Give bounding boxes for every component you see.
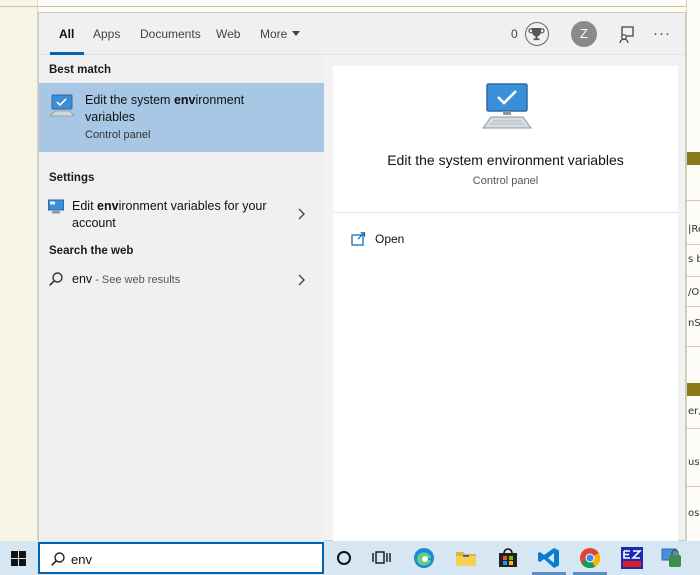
best-match-title-bold: env [173, 93, 196, 107]
background-divider [687, 346, 700, 347]
windows-start-icon[interactable] [11, 551, 26, 566]
search-icon [49, 272, 63, 286]
tab-apps[interactable]: Apps [93, 27, 120, 41]
ezeds-icon[interactable] [620, 546, 644, 570]
feedback-icon[interactable] [617, 24, 637, 44]
vscode-icon[interactable] [537, 546, 561, 570]
avatar[interactable]: Z [571, 21, 597, 47]
settings-header: Settings [49, 172, 95, 184]
background-window-left-strip [0, 0, 38, 541]
web-search-query: env [72, 272, 93, 286]
background-text-fragment: /Or [688, 287, 700, 298]
trophy-icon[interactable] [525, 22, 549, 46]
best-match-subtitle: Control panel [85, 129, 151, 141]
chevron-down-icon [292, 31, 301, 37]
results-list: Best match Edit the system environment v… [39, 55, 324, 542]
security-icon[interactable] [660, 546, 684, 570]
best-match-title: Edit the system environment variables [85, 92, 285, 126]
chevron-right-icon [298, 274, 305, 286]
background-text-fragment: er, [688, 406, 700, 417]
background-divider [687, 276, 700, 277]
open-action-label: Open [375, 232, 405, 246]
background-text-fragment: |Re [688, 224, 700, 235]
background-divider [687, 244, 700, 245]
best-match-header: Best match [49, 64, 111, 76]
web-search-suffix: - See web results [92, 274, 181, 286]
background-divider [687, 306, 700, 307]
tab-more[interactable]: More [260, 27, 301, 41]
background-divider [687, 200, 700, 201]
search-flyout: All Apps Documents Web More 0 Z ··· Best… [38, 12, 686, 542]
monitor-settings-icon [49, 94, 75, 117]
background-window-right-edge: |Re s b /Or nS er, ust osi [686, 0, 700, 541]
background-divider [687, 486, 700, 487]
rewards-points: 0 [511, 27, 518, 41]
web-search-label: env - See web results [72, 271, 180, 289]
background-band [687, 152, 700, 165]
background-text-fragment: osi [688, 508, 700, 519]
background-band [687, 383, 700, 396]
search-icon [51, 552, 65, 566]
settings-monitor-icon [48, 199, 64, 214]
tab-more-label: More [260, 27, 288, 41]
file-explorer-icon[interactable] [454, 546, 478, 570]
best-match-title-prefix: Edit the system [85, 93, 174, 107]
search-tabs: All Apps Documents Web More 0 Z ··· [39, 13, 685, 55]
best-match-result[interactable]: Edit the system environment variables Co… [39, 83, 324, 152]
background-window-top-line [0, 6, 700, 7]
background-text-fragment: s b [688, 254, 700, 265]
open-icon [351, 232, 366, 246]
background-divider [687, 428, 700, 429]
tab-documents[interactable]: Documents [140, 27, 201, 41]
settings-title-prefix: Edit [72, 199, 98, 213]
more-options-icon[interactable]: ··· [653, 25, 671, 42]
settings-result-title: Edit environment variables for your acco… [72, 198, 287, 232]
task-view-icon[interactable] [370, 546, 394, 570]
preview-title: Edit the system environment variables [387, 152, 624, 168]
tab-all[interactable]: All [59, 27, 74, 41]
background-text-fragment: ust [688, 457, 700, 468]
search-input[interactable] [71, 549, 311, 569]
chrome-icon[interactable] [578, 546, 602, 570]
taskbar-search-box[interactable] [38, 542, 324, 574]
preview-subtitle: Control panel [472, 175, 539, 187]
web-search-result[interactable]: env - See web results [39, 262, 324, 292]
settings-title-bold: env [97, 199, 119, 213]
preview-divider [333, 212, 678, 213]
edge-icon[interactable] [412, 546, 436, 570]
store-icon[interactable] [496, 546, 520, 570]
tab-web[interactable]: Web [216, 27, 240, 41]
result-preview: Edit the system environment variables Co… [333, 66, 678, 542]
background-text-fragment: nS [688, 318, 700, 329]
chevron-right-icon [298, 208, 305, 220]
search-web-header: Search the web [49, 245, 134, 257]
settings-result[interactable]: Edit environment variables for your acco… [39, 193, 324, 233]
taskbar [0, 541, 700, 575]
cortana-icon[interactable] [332, 546, 356, 570]
monitor-settings-icon [482, 83, 532, 129]
